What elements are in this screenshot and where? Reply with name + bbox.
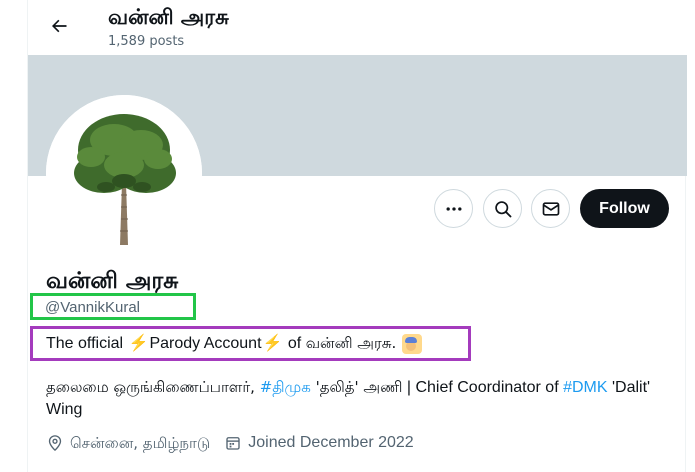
calendar-icon [226, 437, 240, 450]
follow-button[interactable]: Follow [580, 189, 669, 228]
back-button[interactable] [42, 9, 76, 43]
header-title: வன்னி அரசு [108, 5, 229, 29]
joined-text: Joined December 2022 [248, 434, 414, 451]
left-rail [0, 0, 27, 472]
lightning-icon: ⚡ [262, 335, 283, 352]
post-count: 1,589 posts [108, 34, 185, 49]
more-dots-icon [446, 206, 461, 211]
envelope-icon [542, 201, 559, 216]
joined-date: Joined December 2022 [224, 432, 414, 454]
hashtag-dmk-tamil-link[interactable]: #திமுக [260, 378, 311, 396]
desc-part-1: தலைமை ஒருங்கிணைப்பாளர், [46, 378, 260, 396]
raising-hand-icon [402, 333, 423, 354]
more-button[interactable] [434, 189, 473, 228]
bio-line: The official ⚡ Parody Account ⚡ of வன்னி… [46, 333, 423, 354]
display-name: வன்னி அரசு [46, 268, 179, 294]
bio-suffix: of [283, 335, 306, 352]
bio-prefix: The official [46, 335, 128, 352]
bio-middle: Parody Account [149, 335, 262, 352]
avatar[interactable] [46, 95, 202, 251]
location: சென்னை, தமிழ்நாடு [46, 432, 210, 454]
hashtag-dmk-link[interactable]: #DMK [563, 379, 607, 396]
profile-handle: @VannikKural [45, 299, 140, 316]
profile-column: வன்னி அரசு 1,589 posts Follow வன்னி அரசு… [27, 0, 687, 472]
bio-name: வன்னி அரசு. [305, 334, 397, 352]
message-button[interactable] [531, 189, 570, 228]
location-text: சென்னை, தமிழ்நாடு [70, 434, 211, 452]
lightning-icon: ⚡ [128, 335, 149, 352]
desc-part-2: 'தலித்' அணி [310, 378, 403, 396]
search-button[interactable] [483, 189, 522, 228]
desc-part-3: | Chief Coordinator of [402, 379, 564, 396]
profile-meta: சென்னை, தமிழ்நாடு Joined December 2022 [46, 432, 428, 454]
palm-tree-image [46, 95, 202, 251]
arrow-left-icon [52, 19, 67, 33]
profile-description: தலைமை ஒருங்கிணைப்பாளர், #திமுக 'தலித்' அ… [46, 376, 666, 421]
search-icon [494, 200, 511, 217]
location-pin-icon [48, 435, 62, 452]
profile-header: வன்னி அரசு 1,589 posts [28, 0, 687, 55]
